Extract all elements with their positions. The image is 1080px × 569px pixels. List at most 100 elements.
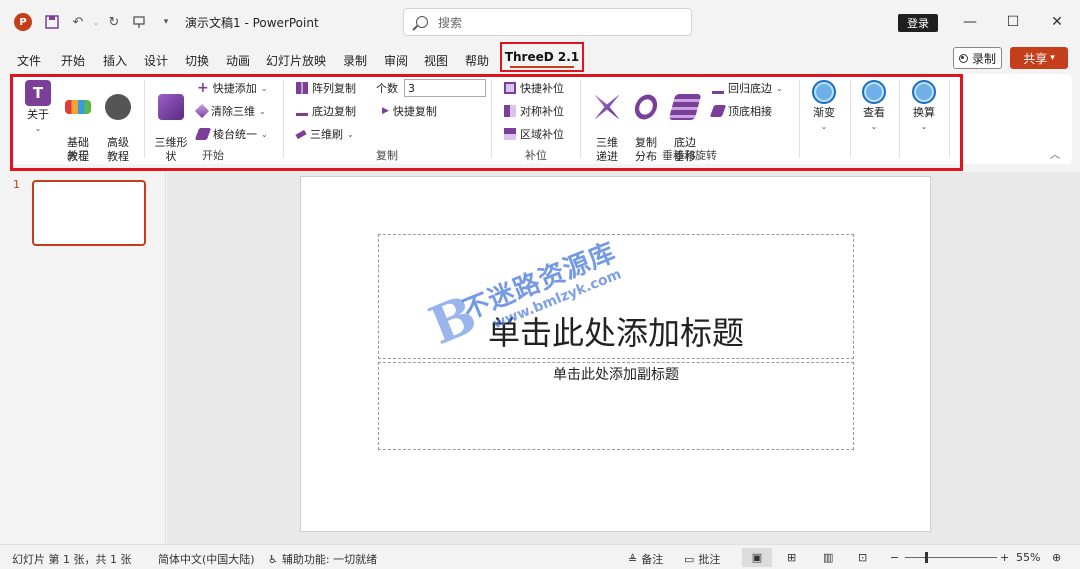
presentation-icon[interactable] [131,14,147,30]
clear-3d-label: 清除三维 [211,105,255,118]
close-icon[interactable]: ✕ [1042,10,1072,34]
share-button[interactable]: 共享 ▾ [1010,47,1068,69]
edge-copy-label: 底边复制 [312,105,356,118]
notes-icon: ≜ [628,552,638,566]
notes-button[interactable]: ≜ 备注 [628,551,663,567]
comment-icon: ▭ [684,552,695,566]
login-button[interactable]: 登录 [898,14,938,32]
cube-icon [158,94,184,120]
zoom-in-icon[interactable]: + [1000,551,1009,564]
3d-shape-button[interactable]: 三维形 状 [152,80,190,178]
normal-view-icon[interactable]: ▣ [742,548,772,567]
slide-sorter-icon[interactable]: ⊞ [787,551,796,564]
brush-icon [295,129,307,139]
customize-toolbar-icon[interactable]: ▾ [158,14,174,30]
language-status[interactable]: 简体中文(中国大陆) [158,551,255,567]
slideshow-icon[interactable]: ⊡ [858,551,867,564]
edge-stack-button[interactable]: 底边 垂移 [668,80,702,178]
reading-view-icon[interactable]: ▥ [823,551,833,564]
edge-copy-button[interactable]: 底边复制 [296,103,356,119]
comments-button[interactable]: ▭ 批注 [684,551,720,567]
tab-transitions[interactable]: 切换 [185,52,209,69]
count-input[interactable]: 3 [404,79,486,97]
tab-view[interactable]: 视图 [424,52,448,69]
top-bottom-connect-button[interactable]: 顶底相接 [709,103,772,119]
quick-copy-button[interactable]: ▶ 快捷复制 [382,103,437,119]
region-fill-icon [504,128,516,140]
tab-insert[interactable]: 插入 [103,52,127,69]
advanced-tutorial-button[interactable]: 高级 教程 [100,80,136,178]
tab-review[interactable]: 审阅 [384,52,408,69]
quick-fill-icon [504,82,516,94]
zoom-level[interactable]: 55% [1016,551,1040,564]
eraser-icon [194,103,210,119]
quick-fill-button[interactable]: 快捷补位 [504,80,564,96]
tab-help[interactable]: 帮助 [465,52,489,69]
zoom-slider-thumb[interactable] [925,552,928,563]
group-separator [949,80,950,158]
convert-icon [912,80,936,104]
redo-icon[interactable]: ↻ [106,14,122,30]
minimize-icon[interactable]: — [955,10,985,34]
tab-home[interactable]: 开始 [61,52,85,69]
gradient-button[interactable]: 渐变 ⌄ [807,80,841,134]
collapse-ribbon-icon[interactable]: ︿ [1050,146,1060,161]
convert-button[interactable]: 换算 ⌄ [907,80,941,134]
comments-label: 批注 [698,553,721,566]
array-copy-button[interactable]: 阵列复制 [296,80,356,96]
slide-thumbnail[interactable] [32,180,146,246]
tab-design[interactable]: 设计 [144,52,168,69]
subtitle-placeholder-text: 单击此处添加副标题 [553,367,679,383]
maximize-icon[interactable]: ☐ [998,10,1028,34]
fit-slide-icon[interactable]: ⊕ [1052,551,1061,564]
region-fill-label: 区域补位 [520,128,564,141]
view-button[interactable]: 查看 ⌄ [857,80,891,134]
clear-3d-button[interactable]: 清除三维 ⌄ [194,103,266,119]
tab-slideshow[interactable]: 幻灯片放映 [266,52,326,69]
3d-brush-button[interactable]: 三维刷 ⌄ [295,126,354,142]
count-label: 个数 [376,82,398,95]
group-separator [899,80,900,158]
region-fill-button[interactable]: 区域补位 [504,126,564,142]
accessibility-status[interactable]: ♿ 辅助功能: 一切就绪 [268,551,377,567]
share-label: 共享 [1023,51,1048,66]
chevron-down-icon: ▾ [1050,53,1055,63]
search-input[interactable]: 搜索 [403,8,692,36]
group-separator [283,80,284,158]
record-button[interactable]: 录制 [953,47,1002,69]
title-bar: P ↶ ⌄ ↻ ▾ 演示文稿1 - PowerPoint 搜索 登录 — ☐ ✕ [0,0,1080,44]
group-label-stack: 垂移和旋转 [662,149,717,162]
symmetric-fill-button[interactable]: 对称补位 [504,103,564,119]
tab-animations[interactable]: 动画 [226,52,250,69]
zoom-slider[interactable] [905,557,997,558]
group-separator [799,80,800,158]
grid-icon [296,82,308,94]
undo-dropdown-icon[interactable]: ⌄ [88,14,104,30]
tab-record[interactable]: 录制 [343,52,367,69]
tab-file[interactable]: 文件 [17,52,41,69]
undo-icon[interactable]: ↶ [70,14,86,30]
tab-threed[interactable]: ThreeD 2.1 [500,42,584,72]
copy-distribute-label: 复制 分布 [635,136,657,163]
basic-tutorial-button[interactable]: 基础 教程 [60,80,96,178]
basic-tutorial-icon [65,100,91,114]
record-icon [958,53,968,63]
group-separator [850,80,851,158]
group-separator [491,80,492,158]
group-label-copy: 复制 [376,149,398,162]
play-icon: ▶ [382,106,389,116]
bevel-unify-button[interactable]: 棱台统一 ⌄ [194,126,268,142]
copy-distribute-button[interactable]: 复制 分布 [629,80,663,178]
save-icon[interactable] [44,14,60,30]
return-edge-button[interactable]: 回归底边 ⌄ [712,80,783,96]
3d-progressive-button[interactable]: 三维 递进 [590,80,624,178]
chevron-down-icon: ⌄ [259,106,266,116]
zoom-out-icon[interactable]: − [890,551,899,564]
ribbon: T 关于 ⌄ 基础 教程 高级 教程 关于 三维形 状 + 快捷添加 ⌄ 清除三… [10,74,1072,164]
quick-add-label: 快捷添加 [212,82,257,95]
about-button[interactable]: T 关于 ⌄ [20,80,56,136]
chevron-down-icon: ⌄ [870,122,878,131]
group-label-start: 开始 [202,149,224,162]
quick-add-button[interactable]: + 快捷添加 ⌄ [197,80,267,96]
accessibility-label: 辅助功能: 一切就绪 [281,553,378,566]
